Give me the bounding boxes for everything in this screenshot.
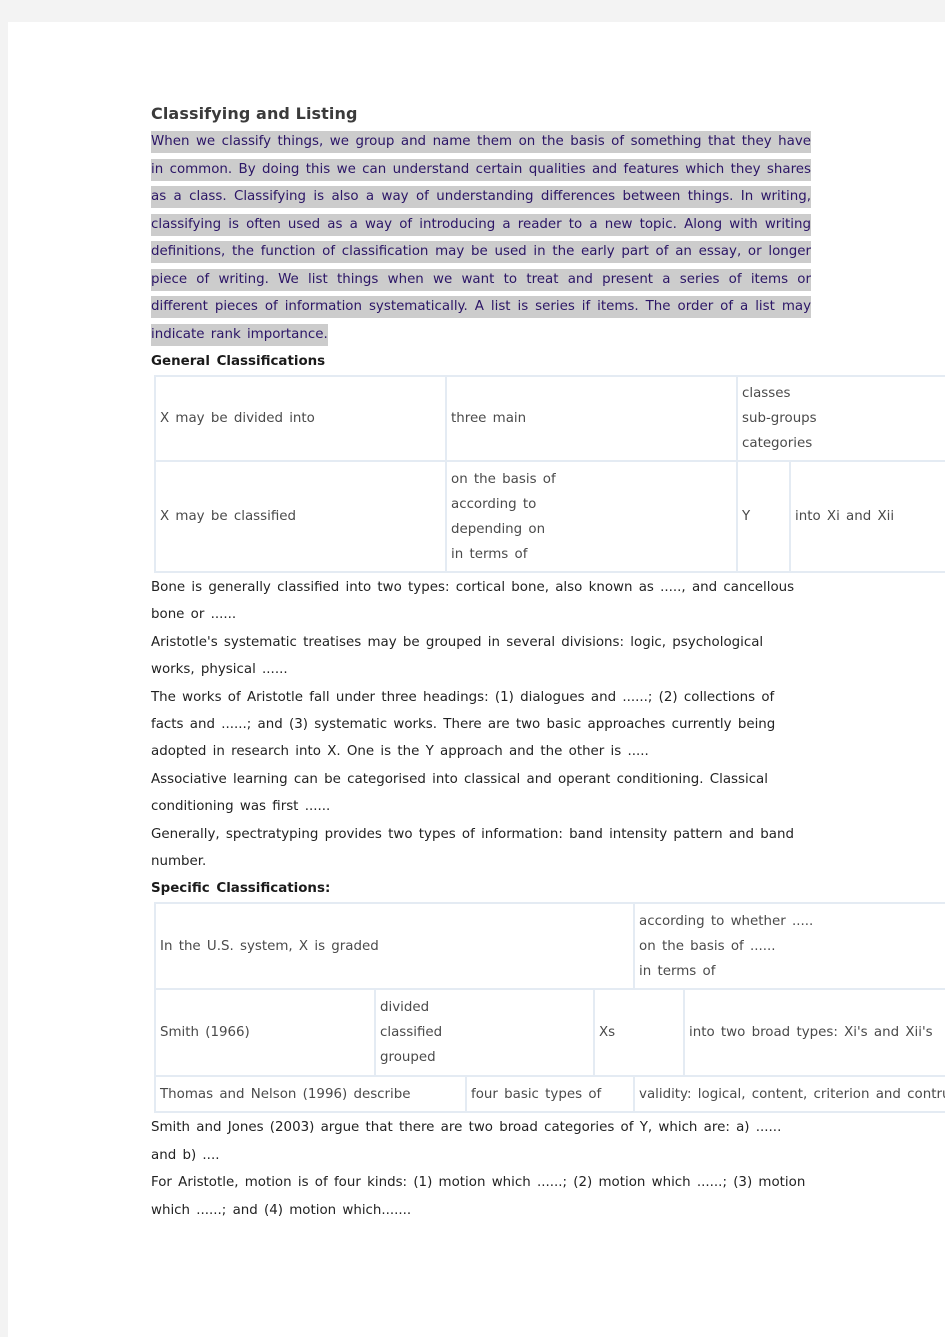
table-cell-verbs: divided classified grouped (374, 988, 595, 1078)
table-cell-object: Xs (592, 988, 686, 1078)
intro-paragraph: When we classify things, we group and na… (151, 128, 811, 348)
basis-item: in terms of (451, 546, 528, 562)
table-cell-subject: Smith (1966) (154, 988, 376, 1078)
specific-classifications-heading: Specific Classifications: (151, 881, 331, 897)
verb-item: classified (380, 1025, 443, 1041)
table-cell-basis: according to whether ..... on the basis … (633, 902, 945, 991)
option-item: categories (742, 436, 813, 451)
basis-item: depending on (451, 521, 546, 537)
basis-item: according to (451, 496, 537, 512)
page-title: Classifying and Listing (151, 104, 358, 123)
basis-item: on the basis of (451, 471, 556, 487)
table-cell-subject: In the U.S. system, X is graded (153, 902, 636, 991)
table-cell-subject: Thomas and Nelson (1996) describe (154, 1075, 467, 1114)
basis-item: in terms of (639, 963, 716, 979)
table-cell-options: classes sub-groups categories (735, 375, 945, 462)
example-paragraph: The works of Aristotle fall under three … (151, 689, 776, 760)
general-classifications-heading: General Classifications (151, 354, 326, 369)
table-row: Thomas and Nelson (1996) describe four b… (154, 1075, 945, 1114)
table-cell-subject: X may be divided into (154, 375, 447, 462)
general-examples: Bone is generally classified into two ty… (151, 574, 945, 875)
table-row: In the U.S. system, X is graded accordin… (153, 902, 945, 991)
highlighted-text: When we classify things, we group and na… (151, 131, 811, 346)
example-paragraph: Smith and Jones (2003) argue that there … (151, 1120, 782, 1163)
example-paragraph: For Aristotle, motion is of four kinds: … (151, 1175, 806, 1218)
basis-item: on the basis of ...... (639, 938, 776, 954)
table-row: X may be divided into three main classes… (154, 375, 945, 462)
verb-item: divided (380, 1000, 430, 1016)
table-cell-result: into Xi and Xii (788, 460, 945, 573)
example-paragraph: Aristotle's systematic treatises may be … (151, 634, 764, 678)
specific-classifications-table: In the U.S. system, X is graded accordin… (153, 902, 945, 1114)
document-content: Classifying and Listing When we classify… (151, 102, 945, 1224)
table-cell-criterion: Y (736, 460, 791, 573)
table-cell-result: validity: logical, content, criterion an… (633, 1075, 945, 1114)
table-cell-result: into two broad types: Xi's and Xii's (683, 988, 945, 1078)
table-cell-quantity: four basic types of (464, 1075, 636, 1114)
table-row: Smith (1966) divided classified grouped … (154, 988, 945, 1078)
option-item: sub-groups (742, 411, 817, 426)
example-paragraph: Bone is generally classified into two ty… (151, 580, 795, 623)
specific-examples: Smith and Jones (2003) argue that there … (151, 1114, 945, 1224)
verb-item: grouped (380, 1050, 436, 1066)
general-classifications-table: X may be divided into three main classes… (154, 375, 945, 573)
option-item: classes (742, 386, 791, 401)
example-paragraph: Generally, spectratyping provides two ty… (151, 826, 794, 870)
table-cell-quantity: three main (445, 375, 738, 462)
table-cell-subject: X may be classified (154, 460, 447, 573)
document-page: Classifying and Listing When we classify… (8, 22, 945, 1337)
basis-item: according to whether ..... (639, 913, 814, 929)
table-row: X may be classified on the basis of acco… (154, 460, 945, 573)
example-paragraph: Associative learning can be categorised … (151, 771, 768, 815)
table-cell-basis: on the basis of according to depending o… (445, 460, 738, 573)
